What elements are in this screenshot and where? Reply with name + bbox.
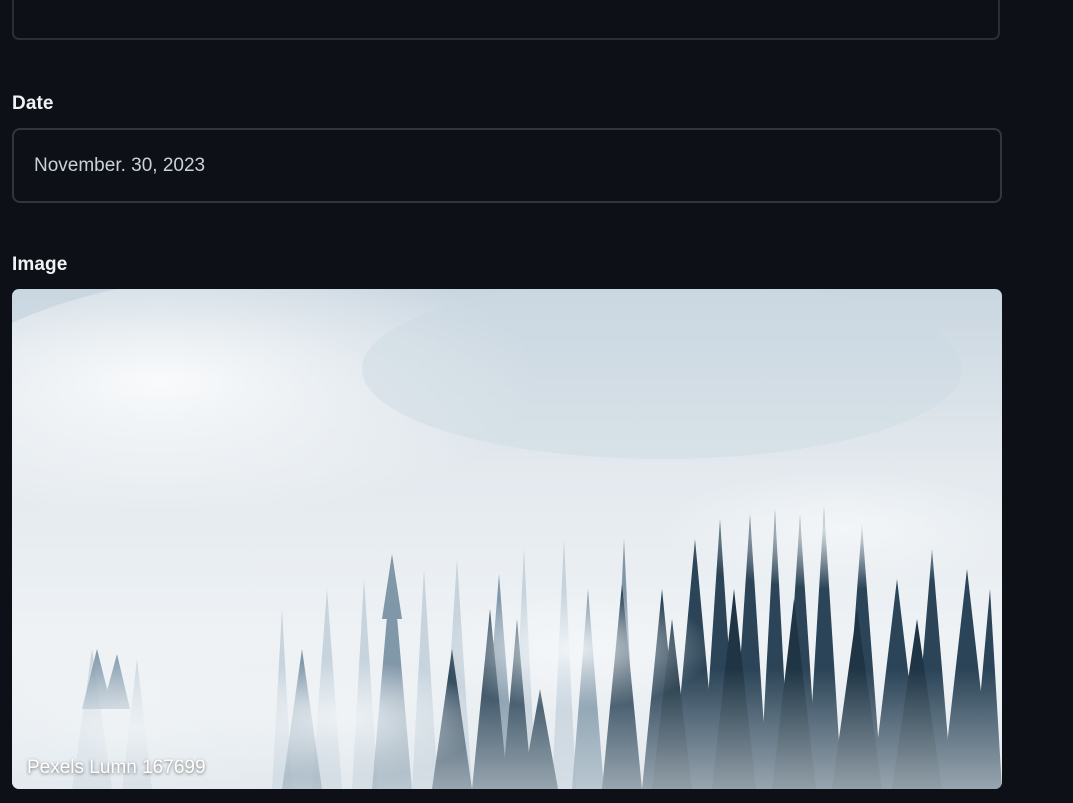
image-preview[interactable]: Pexels Lumn 167699 bbox=[12, 289, 1002, 789]
form-page: Date Image bbox=[0, 0, 1073, 803]
previous-field[interactable] bbox=[12, 0, 1000, 40]
date-input[interactable] bbox=[12, 128, 1002, 203]
image-label: Image bbox=[12, 254, 68, 275]
date-label: Date bbox=[12, 93, 54, 114]
misty-forest-photo bbox=[12, 289, 1002, 789]
image-caption: Pexels Lumn 167699 bbox=[27, 757, 206, 778]
